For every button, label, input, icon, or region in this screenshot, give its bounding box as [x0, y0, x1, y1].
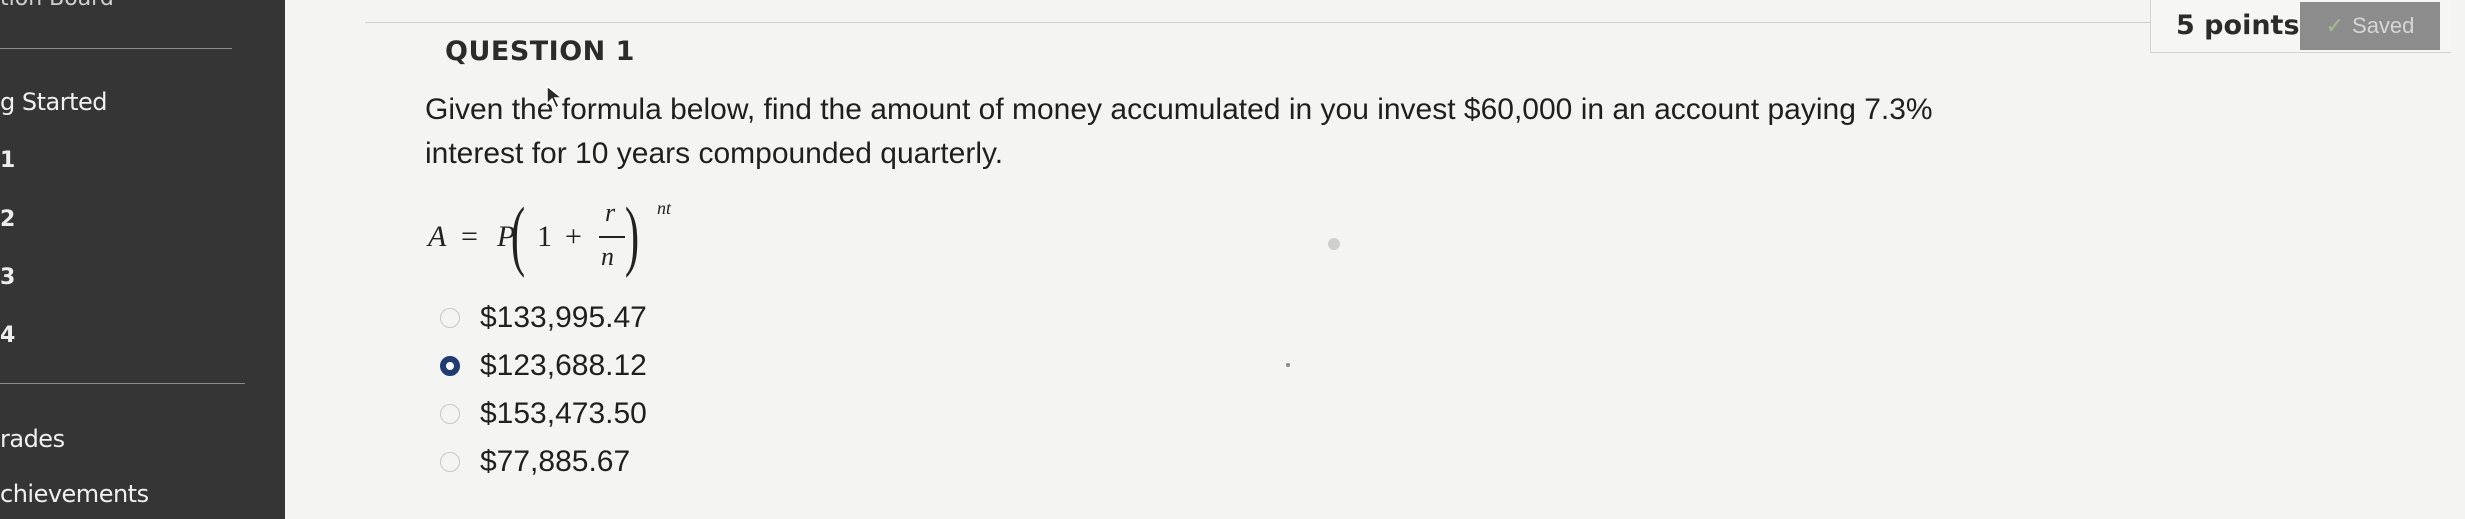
sidebar-item-4[interactable]: 4	[0, 323, 15, 348]
formula-left-paren: (	[510, 191, 526, 278]
sidebar-item-3[interactable]: 3	[0, 265, 15, 290]
answer-option-label: $77,885.67	[480, 445, 631, 478]
saved-status-button[interactable]: ✓ Saved	[2300, 2, 2440, 50]
radio-icon[interactable]	[440, 452, 460, 472]
sidebar-item-achievements[interactable]: chievements	[0, 480, 149, 508]
radio-icon[interactable]	[440, 308, 460, 328]
answer-option-label: $133,995.47	[480, 301, 647, 334]
course-menu-sidebar: tion Board g Started 1 2 3 4 rades chiev…	[0, 0, 285, 519]
formula-fraction-bar	[599, 236, 625, 238]
screen-speck	[1328, 238, 1340, 250]
saved-label: Saved	[2352, 13, 2415, 38]
sidebar-item-started[interactable]: g Started	[0, 88, 108, 116]
answer-option-label: $153,473.50	[480, 397, 647, 430]
radio-icon[interactable]	[440, 404, 460, 424]
question-points: 5 points	[2176, 10, 2300, 41]
check-icon: ✓	[2325, 13, 2345, 38]
sidebar-item-grades[interactable]: rades	[0, 425, 65, 453]
formula-denominator: n	[601, 242, 614, 271]
sidebar-divider	[0, 383, 245, 384]
question-text: Given the formula below, find the amount…	[425, 93, 1933, 170]
sidebar-cropped-label[interactable]: tion Board	[0, 0, 114, 11]
formula-A: A	[428, 220, 447, 253]
radio-selected-icon[interactable]	[440, 356, 460, 376]
formula-exponent: nt	[657, 198, 672, 218]
sidebar-item-2[interactable]: 2	[0, 207, 15, 232]
sidebar-divider	[0, 48, 232, 49]
answer-option-4[interactable]: $77,885.67	[440, 444, 630, 480]
formula-numerator: r	[605, 198, 616, 227]
sidebar-item-1[interactable]: 1	[0, 148, 15, 173]
top-divider	[365, 22, 2200, 23]
mouse-cursor-icon	[546, 84, 565, 110]
answer-option-3[interactable]: $153,473.50	[440, 396, 647, 432]
answer-option-label: $123,688.12	[480, 349, 647, 382]
formula-right-paren: )	[624, 191, 640, 278]
question-title: QUESTION 1	[445, 36, 635, 67]
screen-speck	[1286, 363, 1290, 367]
formula-plus: +	[565, 220, 582, 253]
formula-equals: =	[461, 220, 478, 253]
formula-one: 1	[537, 220, 552, 253]
answer-option-2[interactable]: $123,688.12	[440, 348, 647, 384]
answer-option-1[interactable]: $133,995.47	[440, 300, 647, 336]
